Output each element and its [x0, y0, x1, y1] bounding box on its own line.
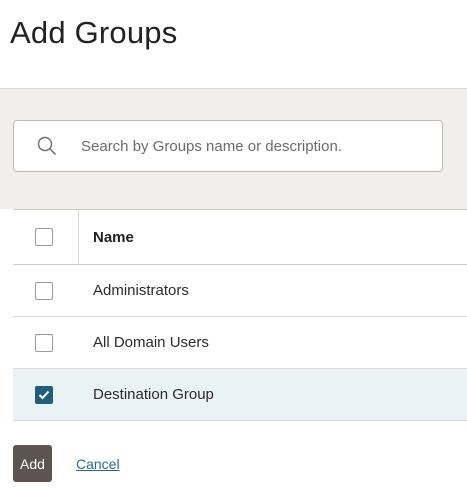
search-input[interactable] [81, 137, 431, 155]
row-check-cell [13, 369, 79, 420]
table-row-selected[interactable]: Destination Group [13, 369, 467, 421]
row-check-cell [13, 317, 79, 368]
cancel-link[interactable]: Cancel [76, 456, 120, 472]
separator-band [0, 183, 467, 209]
row-checkbox[interactable] [35, 281, 53, 300]
select-all-checkbox[interactable] [35, 228, 53, 246]
column-header-name[interactable]: Name [93, 229, 134, 246]
table-row[interactable]: Administrators [13, 265, 467, 317]
row-check-cell [13, 265, 79, 316]
dialog-title: Add Groups [10, 15, 178, 50]
add-groups-dialog: Add Groups Name Administrators [0, 0, 467, 489]
row-checkbox-checked[interactable] [35, 385, 53, 404]
table-header-row: Name [13, 210, 467, 265]
groups-table: Name Administrators All Domain Users Des… [13, 209, 467, 421]
select-all-cell [13, 210, 79, 264]
search-box[interactable] [13, 120, 443, 172]
group-name: All Domain Users [93, 334, 209, 351]
checkmark-icon [38, 390, 50, 399]
row-checkbox[interactable] [35, 333, 53, 352]
search-icon [36, 135, 58, 157]
group-name: Administrators [93, 282, 189, 299]
group-name: Destination Group [93, 386, 214, 403]
add-button[interactable]: Add [13, 445, 52, 482]
table-row[interactable]: All Domain Users [13, 317, 467, 369]
dialog-footer: Add Cancel [13, 445, 120, 482]
